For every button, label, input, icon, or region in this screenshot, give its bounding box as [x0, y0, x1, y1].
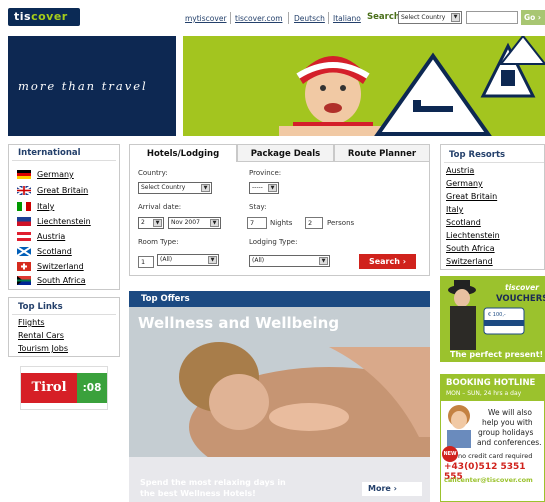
- tiscover-com-link[interactable]: tiscover.com: [235, 14, 283, 23]
- stay-label: Stay:: [249, 203, 267, 211]
- mytiscover-link[interactable]: mytiscover: [185, 14, 227, 23]
- country-link-scotland[interactable]: Scotland: [37, 247, 72, 256]
- vouchers-slogan: The perfect present!: [450, 350, 544, 359]
- search-button[interactable]: Search ›: [359, 254, 416, 269]
- country-link-great-britain[interactable]: Great Britain: [37, 186, 88, 195]
- go-button[interactable]: Go ›: [521, 10, 545, 25]
- tab-package-deals[interactable]: Package Deals: [237, 144, 334, 162]
- resort-link-italy[interactable]: Italy: [446, 205, 463, 214]
- liechtenstein-flag-icon: [17, 217, 31, 226]
- tiscover-logo[interactable]: tiscover: [8, 8, 80, 26]
- nights-input[interactable]: 7: [247, 217, 267, 229]
- chevron-down-icon: ▼: [451, 13, 460, 22]
- offer-subtitle-line-1: Spend the most relaxing days in: [140, 478, 286, 487]
- resort-link-austria[interactable]: Austria: [446, 166, 474, 175]
- country-link-south-africa[interactable]: South Africa: [37, 276, 86, 285]
- country-link-italy[interactable]: Italy: [37, 202, 54, 211]
- top-offers-header: Top Offers: [129, 291, 430, 307]
- resort-link-liechtenstein[interactable]: Liechtenstein: [446, 231, 500, 240]
- voucher-card-value: € 100,-: [488, 312, 506, 318]
- country-select[interactable]: Select Country ▼: [138, 182, 212, 194]
- agent-photo: [447, 405, 471, 448]
- top-links-title: Top Links: [18, 302, 63, 312]
- province-select[interactable]: ----- ▼: [249, 182, 279, 194]
- banner-image: [183, 36, 545, 136]
- divider: [444, 162, 544, 163]
- divider: [328, 12, 329, 24]
- vouchers-title: VOUCHERS: [496, 294, 545, 304]
- wellness-photo[interactable]: [129, 307, 430, 502]
- hotline-text-3: group holidays: [478, 428, 534, 437]
- resort-link-great-britain[interactable]: Great Britain: [446, 192, 497, 201]
- divider: [12, 314, 116, 315]
- chevron-down-icon: ▼: [268, 184, 277, 192]
- tab-hotels-lodging[interactable]: Hotels/Lodging: [129, 144, 237, 162]
- new-badge: NEW: [442, 446, 458, 462]
- province-label: Province:: [249, 169, 282, 177]
- resort-link-scotland[interactable]: Scotland: [446, 218, 481, 227]
- south-africa-flag-icon: [17, 276, 31, 285]
- hotline-hours: MON – SUN, 24 hrs a day: [446, 390, 522, 397]
- switzerland-flag-icon: [17, 262, 31, 271]
- chevron-down-icon: ▼: [319, 257, 328, 265]
- germany-flag-icon: [17, 170, 31, 179]
- hotline-text-4: and conferences.: [477, 438, 542, 447]
- arrival-date-label: Arrival date:: [138, 203, 182, 211]
- arrival-month-select[interactable]: Nov 2007 ▼: [168, 217, 221, 229]
- country-link-austria[interactable]: Austria: [37, 232, 65, 241]
- divider: [230, 12, 231, 24]
- italy-flag-icon: [17, 202, 31, 211]
- divider: [12, 160, 116, 161]
- header-country-select[interactable]: Select Country ▼: [398, 11, 462, 24]
- header-search-input[interactable]: [466, 11, 518, 24]
- hotline-note: no credit card required: [458, 452, 533, 460]
- hotline-email[interactable]: callcenter@tiscover.com: [444, 476, 533, 484]
- more-button[interactable]: More ›: [362, 482, 422, 496]
- banner-illustration: [183, 36, 545, 136]
- room-type-label: Room Type:: [138, 238, 179, 246]
- chevron-down-icon: ▼: [208, 256, 217, 264]
- top-resorts-title: Top Resorts: [449, 150, 506, 160]
- tirol-logo[interactable]: Tirol: [21, 373, 77, 403]
- country-link-liechtenstein[interactable]: Liechtenstein: [37, 217, 91, 226]
- persons-input[interactable]: 2: [305, 217, 323, 229]
- resort-link-switzerland[interactable]: Switzerland: [446, 257, 493, 266]
- divider: [288, 12, 289, 24]
- vouchers-brand: tiscover: [505, 283, 539, 292]
- chevron-down-icon: ▼: [153, 219, 162, 227]
- hotline-title: BOOKING HOTLINE: [446, 378, 536, 388]
- international-title: International: [18, 148, 81, 158]
- search-label: Search: [367, 12, 400, 22]
- resort-link-south-africa[interactable]: South Africa: [446, 244, 495, 253]
- austria-flag-icon: [17, 232, 31, 241]
- offer-subtitle-line-2: the best Wellness Hotels!: [140, 489, 256, 498]
- room-type-select[interactable]: (All) ▼: [157, 254, 219, 266]
- hotline-text-2: help you with: [482, 418, 533, 427]
- persons-label: Persons: [327, 219, 355, 227]
- rental-cars-link[interactable]: Rental Cars: [18, 331, 64, 340]
- scotland-flag-icon: [17, 247, 31, 256]
- tourism-jobs-link[interactable]: Tourism Jobs: [18, 344, 68, 353]
- chevron-down-icon: ▼: [201, 184, 210, 192]
- offer-title: Wellness and Wellbeing: [138, 314, 340, 332]
- deutsch-link[interactable]: Deutsch: [294, 14, 325, 23]
- flights-link[interactable]: Flights: [18, 318, 45, 327]
- massage-illustration: [129, 307, 430, 502]
- lodging-type-label: Lodging Type:: [249, 238, 298, 246]
- country-link-switzerland[interactable]: Switzerland: [37, 262, 84, 271]
- nights-label: Nights: [270, 219, 293, 227]
- lodging-type-select[interactable]: (All) ▼: [249, 255, 330, 267]
- tirol-year[interactable]: :08: [77, 373, 107, 403]
- arrival-day-select[interactable]: 2 ▼: [138, 217, 164, 229]
- room-count-input[interactable]: 1: [138, 256, 154, 268]
- country-label: Country:: [138, 169, 168, 177]
- tab-route-planner[interactable]: Route Planner: [334, 144, 430, 162]
- chevron-down-icon: ▼: [210, 219, 219, 227]
- banner-tagline: more than travel: [18, 79, 148, 93]
- hotline-text-1: We will also: [488, 408, 532, 417]
- italiano-link[interactable]: Italiano: [333, 14, 361, 23]
- resort-link-germany[interactable]: Germany: [446, 179, 483, 188]
- country-link-germany[interactable]: Germany: [37, 170, 74, 179]
- great-britain-flag-icon: [17, 186, 31, 195]
